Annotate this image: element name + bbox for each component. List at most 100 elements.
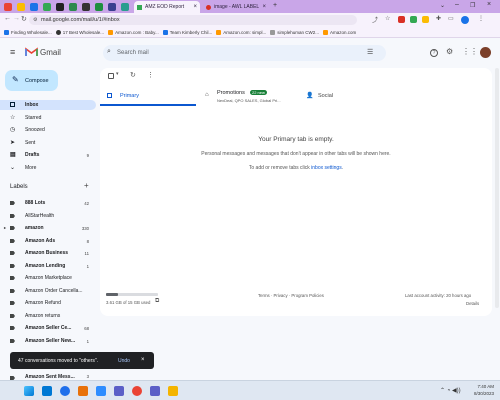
refresh-icon[interactable]: ↻ [130, 71, 136, 79]
bookmark-item[interactable]: Amazon.com [323, 29, 356, 35]
side-panel-icon[interactable]: ▭ [448, 15, 454, 22]
chrome-icon[interactable] [132, 386, 142, 396]
search-options-icon[interactable]: ☰ [367, 48, 373, 56]
pinned-tab-icon[interactable] [17, 3, 25, 11]
new-tab-icon[interactable]: + [273, 2, 277, 9]
reload-icon[interactable]: ↻ [21, 15, 27, 23]
clock-date[interactable]: 8/30/2023 [468, 391, 494, 396]
inbox-settings-link[interactable]: inbox settings [311, 165, 342, 171]
sidebar-item-snoozed[interactable]: ◷ Snoozed [0, 125, 96, 135]
label-item[interactable]: Amazon Refund [0, 298, 96, 308]
account-avatar[interactable] [480, 47, 491, 58]
pinned-tab-icon[interactable] [43, 3, 51, 11]
label-item[interactable]: Amazon Business 11 [0, 248, 96, 258]
label-item[interactable]: Amazon Seller Ce... 68 [0, 323, 96, 333]
sidebar-item-more[interactable]: ⌄ More [0, 163, 96, 173]
open-storage-icon[interactable]: ⧉ [155, 298, 159, 305]
vertical-scrollbar[interactable] [494, 68, 500, 318]
tab-image-awl-label[interactable]: image - AWL LABEL × [203, 1, 269, 13]
zoom-icon[interactable] [96, 386, 106, 396]
pinned-tab-icon[interactable] [69, 3, 77, 11]
bookmark-item[interactable]: Finding Wholesale... [4, 29, 52, 35]
search-bar[interactable]: ⌕ Search mail ☰ [103, 45, 386, 61]
sidebar-item-inbox[interactable]: Inbox [0, 100, 96, 110]
tab-promotions[interactable]: ⌂ Promotions 22 new NexDeal, QPO SALES, … [203, 84, 299, 106]
more-options-icon[interactable]: ⋮ [147, 71, 154, 79]
label-item[interactable]: Amazon Marketplace [0, 273, 96, 283]
sidebar-item-sent[interactable]: ➤ Sent [0, 138, 96, 148]
label-item[interactable]: ▸ amazon 330 [0, 223, 96, 233]
undo-button[interactable]: Undo [118, 358, 130, 364]
extension-icon[interactable] [398, 16, 405, 23]
label-item[interactable]: Amazon Lending 1 [0, 261, 96, 271]
main-menu-icon[interactable]: ≡ [10, 48, 15, 57]
bookmark-star-icon[interactable]: ☆ [385, 15, 390, 22]
app-icon[interactable] [150, 386, 160, 396]
gmail-logo[interactable]: Gmail [25, 47, 61, 57]
maximize-icon[interactable]: ❐ [470, 2, 475, 9]
pinned-tab-icon[interactable] [30, 3, 38, 11]
expand-caret-icon[interactable]: ▸ [4, 225, 6, 230]
label-item[interactable]: AllStarHealth [0, 211, 96, 221]
search-input[interactable]: Search mail [117, 50, 149, 56]
profile-avatar[interactable] [461, 16, 469, 24]
label-item[interactable]: 888 Lots 42 [0, 198, 96, 208]
bookmark-item[interactable]: 17 Best Wholesale... [55, 29, 104, 35]
pinned-tab-icon[interactable] [108, 3, 116, 11]
pinned-tab-icon[interactable] [121, 3, 129, 11]
tab-amz-eod-report[interactable]: AMZ EOD Report × [134, 1, 200, 13]
close-tab-icon[interactable]: × [262, 4, 266, 10]
compose-button[interactable]: ✎ Compose [5, 70, 58, 91]
add-label-icon[interactable]: + [84, 181, 89, 190]
site-info-icon[interactable]: ⚙ [33, 17, 37, 23]
pinned-tab-icon[interactable] [56, 3, 64, 11]
file-explorer-icon[interactable] [168, 386, 178, 396]
tab-primary[interactable]: Primary [100, 84, 196, 106]
bookmark-item[interactable]: Amazon.com: simpl... [216, 29, 266, 35]
footer-links[interactable]: Terms · Privacy · Program Policies [258, 293, 324, 298]
system-tray-icons[interactable]: ⌃ ◔ ◀)) [440, 387, 461, 394]
tab-search-icon[interactable]: ⌄ [440, 2, 445, 9]
gmail-tab-icon[interactable] [4, 3, 12, 11]
close-icon[interactable]: × [141, 357, 145, 363]
minimize-icon[interactable]: – [455, 1, 459, 8]
windows-start-icon[interactable] [24, 386, 34, 396]
tab-social[interactable]: 👤 Social [300, 84, 396, 106]
extensions-puzzle-icon[interactable]: ✚ [436, 15, 441, 22]
select-dropdown-icon[interactable]: ▾ [116, 71, 119, 77]
settings-gear-icon[interactable]: ⚙ [446, 47, 453, 56]
bookmark-item[interactable]: Amazon.com : Baby... [108, 29, 159, 35]
search-icon[interactable] [42, 386, 52, 396]
label-item[interactable]: Amazon Ads 8 [0, 236, 96, 246]
apps-grid-icon[interactable]: ⋮⋮ [462, 47, 478, 56]
select-all-checkbox[interactable] [108, 73, 114, 79]
back-icon[interactable]: ← [4, 15, 11, 22]
teams-icon[interactable] [114, 386, 124, 396]
pinned-tab-icon[interactable] [95, 3, 103, 11]
share-icon[interactable]: ⤴ [372, 15, 378, 24]
scrollbar-thumb[interactable] [495, 68, 499, 308]
extension-icon[interactable] [410, 16, 417, 23]
label-item[interactable]: Amazon returns [0, 311, 96, 321]
label-item[interactable]: Amazon Order Cancella... [0, 286, 96, 296]
address-bar[interactable]: ⚙ mail.google.com/mail/u/1/#inbox [29, 15, 357, 25]
browser-menu-icon[interactable]: ⋮ [478, 15, 484, 22]
details-link[interactable]: Details [466, 301, 479, 306]
search-icon[interactable]: ⌕ [107, 48, 111, 56]
app-icon[interactable] [78, 386, 88, 396]
label-item[interactable]: Amazon Seller New... 1 [0, 336, 96, 346]
clock-time[interactable]: 7:40 AM [468, 384, 494, 389]
edge-icon[interactable] [60, 386, 70, 396]
star-icon: ☆ [10, 115, 16, 121]
forward-icon[interactable]: → [13, 15, 20, 22]
pinned-tab-icon[interactable] [82, 3, 90, 11]
label-item[interactable]: Amazon Sent Mess... 3 [0, 373, 96, 380]
close-window-icon[interactable]: × [487, 1, 491, 8]
extension-icon[interactable] [422, 16, 429, 23]
sidebar-item-starred[interactable]: ☆ Starred [0, 113, 96, 123]
help-icon[interactable]: ? [430, 49, 438, 57]
close-tab-icon[interactable]: × [193, 4, 197, 10]
sidebar-item-drafts[interactable]: ▤ Drafts 9 [0, 150, 96, 160]
bookmark-item[interactable]: Team Kimberly Chil... [162, 29, 212, 35]
bookmark-item[interactable]: simplehuman CW2... [270, 29, 319, 35]
